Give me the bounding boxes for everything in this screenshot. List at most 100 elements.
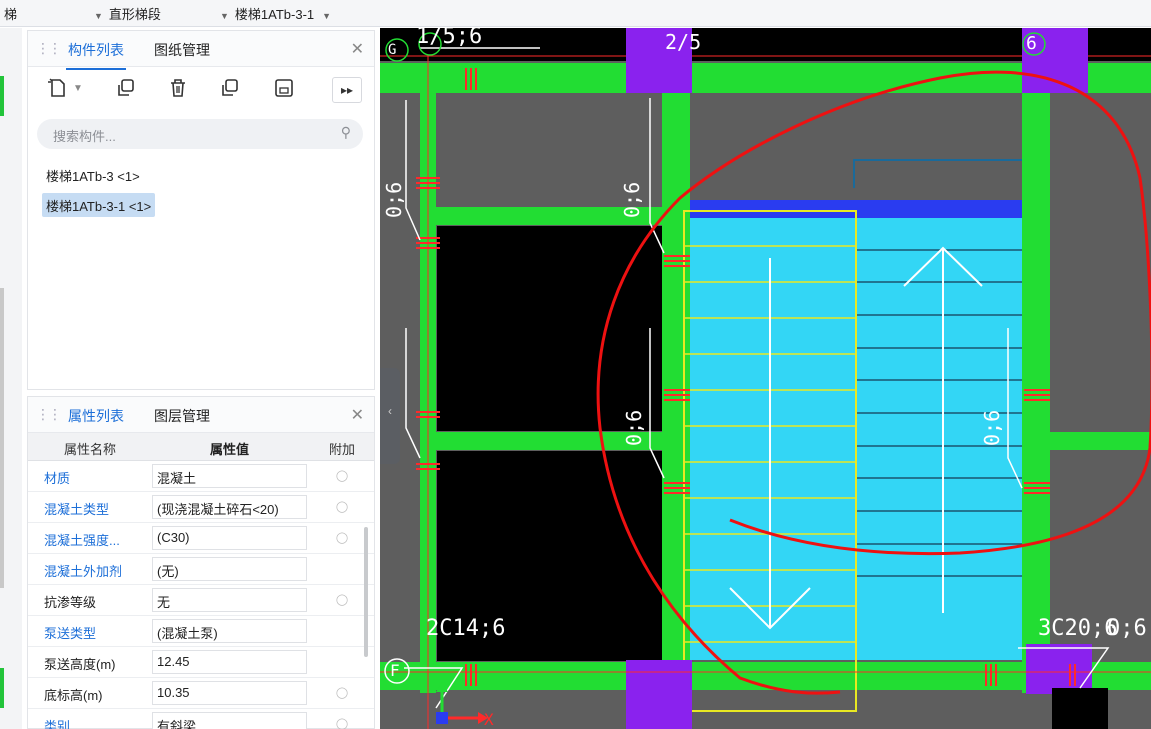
axis-label-top-mid: 2/5 xyxy=(665,30,702,54)
beam-label-2c14: 2C14;6 xyxy=(426,616,506,641)
property-name[interactable]: 混凝土类型 xyxy=(28,492,152,522)
tab-layer-management[interactable]: 图层管理 xyxy=(154,406,210,426)
list-item-selected[interactable]: 楼梯1ATb-3-1 <1> xyxy=(42,193,156,217)
extra-checkbox[interactable]: ◯ xyxy=(312,585,372,615)
top-toolbar: 梯 ▼ 直形梯段 ▼ 楼梯1ATb-3-1 ▼ xyxy=(0,0,1151,27)
opening-bottom-right xyxy=(1052,688,1108,729)
component-dropdown-value: 楼梯1ATb-3-1 xyxy=(234,7,315,22)
table-row: 抗渗等级 无 ◯ xyxy=(28,585,374,616)
delete-icon-svg xyxy=(171,79,185,97)
copy-layer-icon[interactable] xyxy=(218,77,242,101)
component-list-panel: ⋮⋮ 构件列表 图纸管理 ✕ ▼ ▸▸ 搜索构件... ⚲ 楼梯1ATb-3 <… xyxy=(27,30,375,390)
strip-marker xyxy=(0,76,4,116)
table-row: 混凝土类型 (现浇混凝土碎石<20) ◯ xyxy=(28,492,374,523)
property-panel: ⋮⋮ 属性列表 图层管理 ✕ 属性名称 属性值 附加 材质 混凝土 ◯ 混凝土类… xyxy=(27,396,375,729)
property-name[interactable]: 泵送类型 xyxy=(28,616,152,646)
extra-checkbox[interactable]: ◯ xyxy=(312,523,372,553)
property-name: 抗渗等级 xyxy=(44,595,97,610)
delete-icon[interactable] xyxy=(166,77,190,101)
column-header-value: 属性值 xyxy=(209,442,249,457)
left-collapsed-strip xyxy=(0,28,22,729)
axis-label-f: F xyxy=(390,661,400,680)
panel-header: ⋮⋮ 属性列表 图层管理 ✕ xyxy=(28,397,374,436)
list-item[interactable]: 楼梯1ATb-3 <1> xyxy=(42,163,144,187)
close-icon[interactable]: ✕ xyxy=(351,405,364,425)
cad-viewport[interactable]: 1/5;6 G 2/5 6 F X 2C14;6 3C20;6 0;6 0;6 … xyxy=(380,28,1151,729)
type-dropdown-value: 直形梯段 xyxy=(108,7,161,22)
drag-handle-icon[interactable]: ⋮⋮ xyxy=(36,40,62,57)
property-name[interactable]: 混凝土强度... xyxy=(28,523,152,553)
column-header-extra: 附加 xyxy=(328,442,355,457)
search-icon[interactable]: ⚲ xyxy=(341,124,351,141)
extra-checkbox[interactable]: ◯ xyxy=(312,461,372,491)
beam-label-vertical: 0;6 xyxy=(620,181,644,218)
category-fragment: 梯 xyxy=(4,4,17,23)
property-value[interactable]: (现浇混凝土碎石<20) xyxy=(152,495,307,519)
column xyxy=(626,660,692,729)
table-row: 泵送高度(m) 12.45 xyxy=(28,647,374,678)
panel-collapse-toggle[interactable]: ‹ xyxy=(380,368,400,464)
table-row: 底标高(m) 10.35 ◯ xyxy=(28,678,374,709)
property-value[interactable]: (C30) xyxy=(152,526,307,550)
property-name: 底标高(m) xyxy=(44,688,103,703)
property-value[interactable]: (混凝土泵) xyxy=(152,619,307,643)
close-icon[interactable]: ✕ xyxy=(351,39,364,59)
search-placeholder: 搜索构件... xyxy=(53,129,116,144)
property-value[interactable]: 混凝土 xyxy=(152,464,307,488)
property-table: 属性名称 属性值 附加 材质 混凝土 ◯ 混凝土类型 (现浇混凝土碎石<20) … xyxy=(28,433,374,729)
type-dropdown[interactable]: ▼ 直形梯段 xyxy=(94,4,161,23)
chevron-down-icon: ▼ xyxy=(94,11,103,21)
property-name[interactable]: 混凝土外加剂 xyxy=(28,554,152,584)
beam-vert-right xyxy=(1022,63,1050,693)
tab-component-list[interactable]: 构件列表 xyxy=(66,40,126,70)
more-icon[interactable]: ▸▸ xyxy=(332,77,362,103)
table-row: 类别 有斜梁 ◯ xyxy=(28,709,374,729)
table-row: 泵送类型 (混凝土泵) xyxy=(28,616,374,647)
property-value[interactable]: (无) xyxy=(152,557,307,581)
category-label: 梯 xyxy=(4,7,18,22)
axis-label-6: 6 xyxy=(1026,33,1037,54)
property-value[interactable]: 有斜梁 xyxy=(152,712,307,729)
property-name: 泵送高度(m) xyxy=(44,657,116,672)
new-icon-svg xyxy=(48,78,65,97)
property-value[interactable]: 10.35 xyxy=(152,681,307,705)
save-icon[interactable] xyxy=(272,77,296,101)
new-dropdown-chevron-icon[interactable]: ▼ xyxy=(72,77,84,101)
property-value[interactable]: 无 xyxy=(152,588,307,612)
table-header-row: 属性名称 属性值 附加 xyxy=(28,433,374,461)
scrollbar[interactable] xyxy=(364,527,368,657)
axis-label-top-left: 1/5;6 xyxy=(416,28,483,49)
tab-drawing-management[interactable]: 图纸管理 xyxy=(154,40,210,60)
beam-label-3c20: 3C20;6 xyxy=(1038,616,1118,641)
table-row: 混凝土外加剂 (无) xyxy=(28,554,374,585)
axis-label-g: G xyxy=(388,42,397,58)
component-dropdown[interactable]: ▼ 楼梯1ATb-3-1 ▼ xyxy=(220,4,331,23)
panel-header: ⋮⋮ 构件列表 图纸管理 ✕ xyxy=(28,31,374,70)
strip-scrollbar[interactable] xyxy=(0,288,4,588)
property-name[interactable]: 材质 xyxy=(28,461,152,491)
beam-label-vertical: 0;6 xyxy=(980,409,1004,446)
save-icon-svg xyxy=(275,79,293,97)
app-window: 梯 ▼ 直形梯段 ▼ 楼梯1ATb-3-1 ▼ ⋮⋮ 构件列表 图纸管理 ✕ ▼ xyxy=(0,0,1151,729)
property-value[interactable]: 12.45 xyxy=(152,650,307,674)
search-input[interactable]: 搜索构件... ⚲ xyxy=(37,119,363,149)
strip-marker xyxy=(0,668,4,708)
chevron-down-icon: ▼ xyxy=(220,11,229,21)
table-row: 混凝土强度... (C30) ◯ xyxy=(28,523,374,554)
opening-upper xyxy=(437,226,662,431)
tab-property-list[interactable]: 属性列表 xyxy=(66,406,126,436)
axis-label-x: X xyxy=(484,710,494,729)
property-name[interactable]: 类别 xyxy=(28,709,152,729)
extra-checkbox[interactable]: ◯ xyxy=(312,678,372,708)
extra-checkbox[interactable]: ◯ xyxy=(312,709,372,729)
extra-cell xyxy=(312,616,372,646)
beam-label-vertical: 0;6 xyxy=(622,409,646,446)
new-icon[interactable] xyxy=(46,77,70,101)
component-toolbar: ▼ ▸▸ xyxy=(28,67,374,111)
column xyxy=(1026,644,1092,694)
drag-handle-icon[interactable]: ⋮⋮ xyxy=(36,406,62,423)
copy-icon[interactable] xyxy=(114,77,138,101)
extra-checkbox[interactable]: ◯ xyxy=(312,492,372,522)
beam-label-vertical: 0;6 xyxy=(382,181,406,218)
copy-icon-svg xyxy=(118,79,134,96)
